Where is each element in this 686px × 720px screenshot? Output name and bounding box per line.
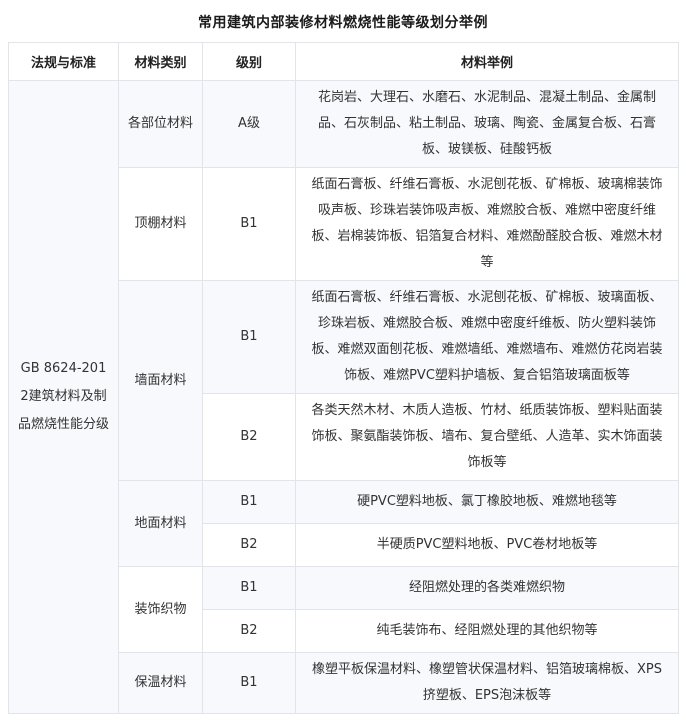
category-cell: 地面材料	[119, 481, 203, 567]
level-cell: B1	[203, 281, 296, 394]
level-cell: B1	[203, 481, 296, 524]
category-cell: 墙面材料	[119, 281, 203, 481]
category-cell: 顶棚材料	[119, 168, 203, 281]
header-examples: 材料举例	[296, 43, 679, 81]
examples-cell: 纸面石膏板、纤维石膏板、水泥刨花板、矿棉板、玻璃面板、珍珠岩板、难燃胶合板、难燃…	[296, 281, 679, 394]
level-cell: A级	[203, 81, 296, 168]
table-body: GB 8624-2012建筑材料及制品燃烧性能分级 各部位材料 A级 花岗岩、大…	[9, 81, 679, 714]
level-cell: B2	[203, 524, 296, 567]
header-row: 法规与标准 材料类别 级别 材料举例	[9, 43, 679, 81]
page: 常用建筑内部装修材料燃烧性能等级划分举例 法规与标准 材料类别 级别 材料举例 …	[0, 0, 686, 720]
page-title: 常用建筑内部装修材料燃烧性能等级划分举例	[8, 10, 678, 42]
header-category: 材料类别	[119, 43, 203, 81]
level-cell: B1	[203, 567, 296, 610]
table-header: 法规与标准 材料类别 级别 材料举例	[9, 43, 679, 81]
examples-cell: 半硬质PVC塑料地板、PVC卷材地板等	[296, 524, 679, 567]
regulation-cell: GB 8624-2012建筑材料及制品燃烧性能分级	[9, 81, 119, 714]
examples-cell: 硬PVC塑料地板、氯丁橡胶地板、难燃地毯等	[296, 481, 679, 524]
examples-cell: 花岗岩、大理石、水磨石、水泥制品、混凝土制品、金属制品、石灰制品、粘土制品、玻璃…	[296, 81, 679, 168]
category-cell: 各部位材料	[119, 81, 203, 168]
examples-cell: 纸面石膏板、纤维石膏板、水泥刨花板、矿棉板、玻璃棉装饰吸声板、珍珠岩装饰吸声板、…	[296, 168, 679, 281]
header-regulation: 法规与标准	[9, 43, 119, 81]
level-cell: B1	[203, 168, 296, 281]
examples-cell: 各类天然木材、木质人造板、竹材、纸质装饰板、塑料贴面装饰板、聚氨酯装饰板、墙布、…	[296, 394, 679, 481]
header-level: 级别	[203, 43, 296, 81]
fire-rating-table: 法规与标准 材料类别 级别 材料举例 GB 8624-2012建筑材料及制品燃烧…	[8, 42, 679, 714]
table-row: GB 8624-2012建筑材料及制品燃烧性能分级 各部位材料 A级 花岗岩、大…	[9, 81, 679, 168]
level-cell: B2	[203, 394, 296, 481]
examples-cell: 经阻燃处理的各类难燃织物	[296, 567, 679, 610]
examples-cell: 纯毛装饰布、经阻燃处理的其他织物等	[296, 610, 679, 653]
category-cell: 装饰织物	[119, 567, 203, 653]
level-cell: B2	[203, 610, 296, 653]
